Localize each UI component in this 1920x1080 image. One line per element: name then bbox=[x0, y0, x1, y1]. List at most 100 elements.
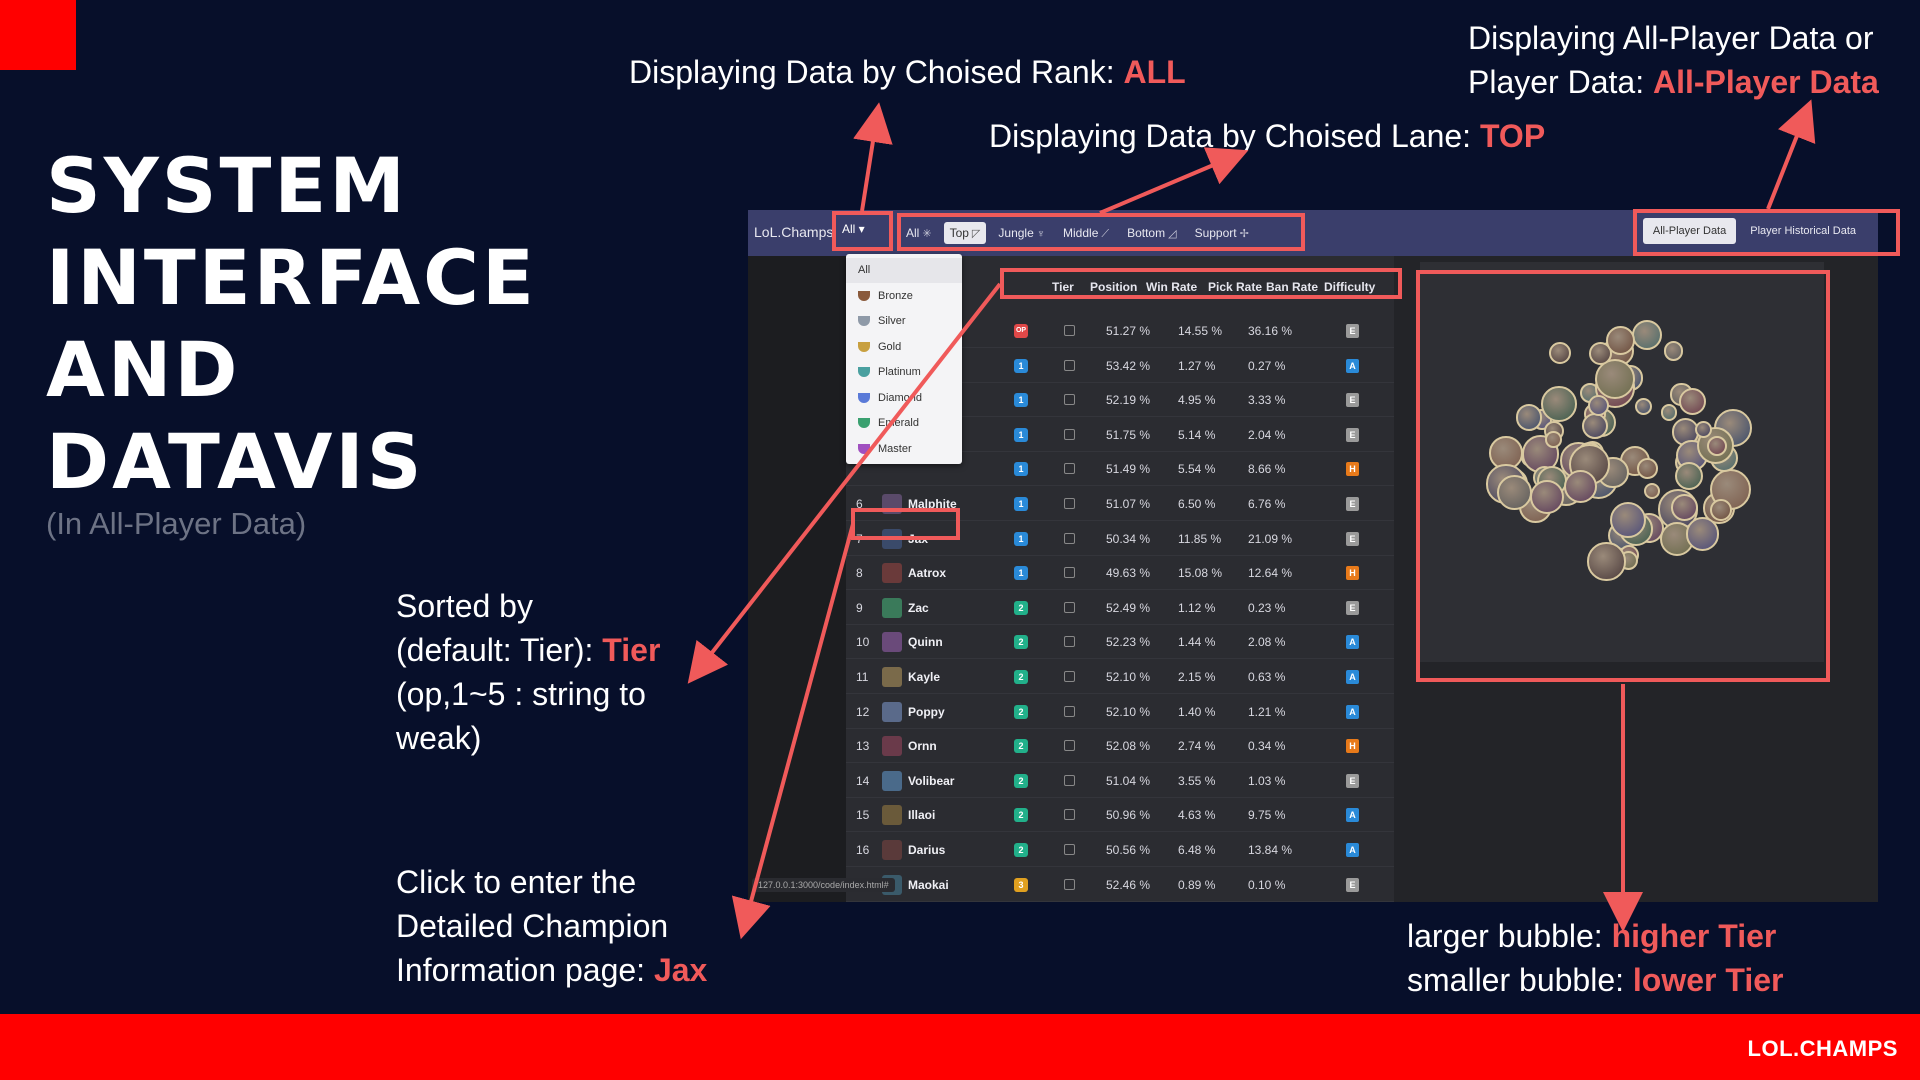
champion-bubble[interactable] bbox=[1675, 462, 1704, 491]
lane-tab-bottom[interactable]: Bottom ◿ bbox=[1121, 222, 1182, 244]
champion-bubble[interactable] bbox=[1529, 479, 1565, 515]
row-rank: 6 bbox=[856, 497, 863, 511]
champion-name[interactable]: Zac bbox=[908, 601, 929, 615]
difficulty-badge: H bbox=[1346, 462, 1359, 477]
table-row[interactable]: 17Maokai352.46 %0.89 %0.10 %E bbox=[846, 868, 1394, 902]
champion-bubble[interactable] bbox=[1635, 398, 1653, 416]
champion-bubble[interactable] bbox=[1694, 420, 1712, 438]
table-row[interactable]: 13 Ornn 2 52.08 % 2.74 % 0.34 % H bbox=[846, 729, 1394, 764]
champion-bubble[interactable] bbox=[1564, 470, 1598, 504]
champion-name[interactable]: Maokai bbox=[908, 878, 949, 892]
column-header-pick-rate[interactable]: Pick Rate bbox=[1208, 280, 1262, 294]
champion-avatar[interactable] bbox=[882, 563, 902, 584]
champion-bubble[interactable] bbox=[1686, 517, 1720, 551]
champion-bubble[interactable] bbox=[1643, 482, 1660, 499]
champion-name[interactable]: Aatrox bbox=[908, 566, 946, 580]
champion-bubble[interactable] bbox=[1605, 326, 1635, 356]
champion-avatar[interactable] bbox=[882, 667, 902, 687]
column-header-tier[interactable]: Tier bbox=[1052, 280, 1074, 294]
champion-bubble[interactable] bbox=[1545, 431, 1562, 449]
rank-option-emerald[interactable]: Emerald bbox=[846, 411, 962, 436]
champion-bubble[interactable] bbox=[1660, 404, 1678, 421]
table-row[interactable]: 10 Quinn 2 52.23 % 1.44 % 2.08 % A bbox=[846, 625, 1394, 660]
table-row[interactable]: 7 Jax 1 50.34 % 11.85 % 21.09 % E bbox=[846, 522, 1394, 556]
champion-avatar[interactable] bbox=[882, 840, 902, 860]
champion-name[interactable]: Darius bbox=[908, 843, 945, 857]
rank-option-label: Diamond bbox=[878, 391, 923, 404]
ban-rate: 0.10 % bbox=[1248, 877, 1286, 892]
app-brand[interactable]: LoL.Champs bbox=[754, 224, 833, 240]
champion-avatar[interactable] bbox=[882, 736, 902, 757]
champion-bubble[interactable] bbox=[1515, 404, 1542, 431]
champion-bubble[interactable] bbox=[1587, 542, 1626, 581]
rank-diamond-icon bbox=[858, 392, 870, 403]
champion-name[interactable]: Ornn bbox=[908, 739, 937, 753]
champion-name[interactable]: Jax bbox=[908, 532, 928, 546]
champion-avatar[interactable] bbox=[882, 701, 902, 722]
champion-name[interactable]: Quinn bbox=[908, 635, 943, 649]
champion-bubble[interactable] bbox=[1636, 457, 1658, 479]
view-button[interactable]: Player Historical Data bbox=[1740, 218, 1866, 244]
pick-rate: 14.55 % bbox=[1178, 324, 1223, 338]
rank-option-gold[interactable]: Gold bbox=[846, 335, 962, 360]
bubble-annotation-value: lower Tier bbox=[1632, 962, 1784, 998]
rank-option-silver[interactable]: Silver bbox=[846, 309, 962, 334]
table-row[interactable]: 6 Malphite 1 51.07 % 6.50 % 6.76 % E bbox=[846, 487, 1394, 521]
champion-avatar[interactable] bbox=[882, 494, 902, 514]
rank-option-bronze[interactable]: Bronze bbox=[846, 284, 962, 309]
click-annotation: Click to enter the Detailed Champion Inf… bbox=[396, 860, 707, 992]
champion-bubble[interactable] bbox=[1670, 493, 1698, 521]
table-row[interactable]: 12 Poppy 2 52.10 % 1.40 % 1.21 % A bbox=[846, 695, 1394, 729]
champion-bubble[interactable] bbox=[1678, 387, 1706, 415]
lane-tab-all[interactable]: All ✳ bbox=[900, 222, 938, 244]
table-row[interactable]: 11 Kayle 2 52.10 % 2.15 % 0.63 % A bbox=[846, 660, 1394, 694]
lane-tab-jungle[interactable]: Jungle ♆ bbox=[992, 222, 1051, 244]
table-row[interactable]: 9 Zac 2 52.49 % 1.12 % 0.23 % E bbox=[846, 591, 1394, 625]
row-rank: 8 bbox=[856, 566, 863, 581]
sort-annotation-line: Sorted by bbox=[396, 588, 533, 624]
column-header-position[interactable]: Position bbox=[1090, 280, 1137, 294]
lane-tab-middle[interactable]: Middle ⟋ bbox=[1057, 222, 1115, 245]
champion-bubble[interactable] bbox=[1707, 435, 1728, 456]
rank-dropdown-menu: All Bronze Silver Gold Platinum Diamond Emeral… bbox=[846, 254, 962, 464]
column-header-difficulty[interactable]: Difficulty bbox=[1324, 280, 1375, 294]
champion-avatar[interactable] bbox=[882, 632, 902, 653]
rank-option-diamond[interactable]: Diamond bbox=[846, 386, 962, 411]
lane-tab-support[interactable]: Support ✢ bbox=[1189, 222, 1255, 244]
rank-option-master[interactable]: Master bbox=[846, 437, 962, 462]
champion-avatar[interactable] bbox=[882, 528, 902, 549]
win-rate: 50.34 % bbox=[1106, 531, 1151, 546]
champion-bubble[interactable] bbox=[1549, 341, 1572, 364]
table-row[interactable]: 8 Aatrox 1 49.63 % 15.08 % 12.64 % H bbox=[846, 556, 1394, 591]
table-row[interactable]: 16 Darius 2 50.56 % 6.48 % 13.84 % A bbox=[846, 833, 1394, 867]
champion-bubble[interactable] bbox=[1541, 385, 1578, 422]
champion-name[interactable]: Volibear bbox=[908, 774, 954, 788]
rank-option-all[interactable]: All bbox=[846, 258, 962, 283]
view-annotation-line: Player Data: bbox=[1468, 64, 1653, 100]
table-row[interactable]: 15 Illaoi 2 50.96 % 4.63 % 9.75 % A bbox=[846, 798, 1394, 833]
table-row[interactable]: 14 Volibear 2 51.04 % 3.55 % 1.03 % E bbox=[846, 764, 1394, 798]
champion-bubble[interactable] bbox=[1496, 475, 1532, 511]
champion-avatar[interactable] bbox=[882, 770, 902, 791]
tier-bubble-chart bbox=[1420, 262, 1824, 662]
champion-name[interactable]: Malphite bbox=[908, 497, 957, 511]
view-button[interactable]: All-Player Data bbox=[1642, 218, 1737, 244]
position-top-icon bbox=[1064, 878, 1075, 890]
lane-tab-top[interactable]: Top ◸ bbox=[943, 222, 987, 244]
ban-rate: 9.75 % bbox=[1248, 808, 1286, 823]
champion-name[interactable]: Kayle bbox=[908, 670, 940, 684]
click-annotation-line: Click to enter the bbox=[396, 864, 637, 900]
win-rate: 52.08 % bbox=[1106, 739, 1151, 754]
champion-avatar[interactable] bbox=[882, 805, 902, 826]
rank-select-button[interactable]: All ▾ bbox=[842, 222, 865, 236]
column-header-ban-rate[interactable]: Ban Rate bbox=[1266, 280, 1318, 294]
rank-option-platinum[interactable]: Platinum bbox=[846, 360, 962, 385]
champion-bubble[interactable] bbox=[1631, 319, 1662, 350]
champion-bubble[interactable] bbox=[1663, 340, 1684, 361]
champion-name[interactable]: Illaoi bbox=[908, 808, 935, 822]
champion-avatar[interactable] bbox=[882, 597, 902, 618]
column-header-win-rate[interactable]: Win Rate bbox=[1146, 280, 1197, 294]
champion-name[interactable]: Poppy bbox=[908, 705, 945, 719]
champion-bubble[interactable] bbox=[1587, 395, 1609, 417]
rank-option-label: Master bbox=[878, 442, 912, 455]
